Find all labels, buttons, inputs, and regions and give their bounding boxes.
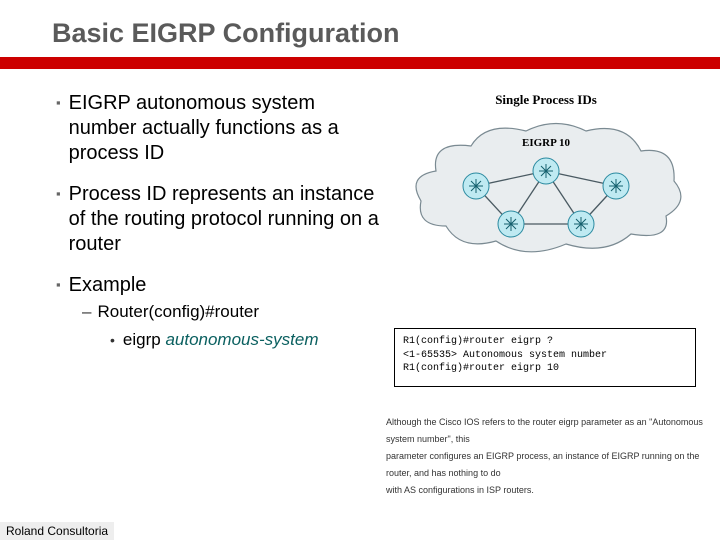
diagram-title: Single Process IDs [396, 92, 696, 108]
router-icon [498, 211, 524, 237]
bullet-text: Example [69, 273, 147, 298]
bullet-dot-icon: • [110, 330, 115, 350]
diagram-caption: Although the Cisco IOS refers to the rou… [386, 414, 706, 499]
bullet-item: ▪ Process ID represents an instance of t… [56, 182, 386, 257]
bullet-text: EIGRP autonomous system number actually … [69, 91, 386, 166]
cli-line: R1(config)#router eigrp 10 [403, 362, 687, 376]
router-icon [463, 173, 489, 199]
router-icon [533, 158, 559, 184]
page-title: Basic EIGRP Configuration [0, 0, 720, 49]
cloud-svg: EIGRP 10 [406, 116, 686, 266]
bullet-text: Process ID represents an instance of the… [69, 182, 386, 257]
bullet-square-icon: ▪ [56, 182, 61, 206]
title-underline [0, 57, 720, 69]
sub-bullet-text: eigrp autonomous-system [123, 330, 319, 350]
sub-bullet-item: – Router(config)#router [82, 302, 708, 322]
keyword: autonomous-system [165, 330, 318, 349]
bullet-item: ▪ Example [56, 273, 386, 298]
router-icon [568, 211, 594, 237]
bullet-square-icon: ▪ [56, 273, 61, 297]
sub-bullet-text: Router(config)#router [97, 302, 259, 322]
cli-line: <1-65535> Autonomous system number [403, 349, 687, 363]
cli-output-box: R1(config)#router eigrp ? <1-65535> Auto… [394, 328, 696, 387]
cli-line: R1(config)#router eigrp ? [403, 335, 687, 349]
slide: Basic EIGRP Configuration ▪ EIGRP autono… [0, 0, 720, 540]
dash-icon: – [82, 302, 91, 322]
caption-line: Although the Cisco IOS refers to the rou… [386, 414, 706, 448]
diagram-label: EIGRP 10 [522, 137, 570, 149]
network-diagram: Single Process IDs EIGRP 10 [396, 92, 696, 271]
bullet-item: ▪ EIGRP autonomous system number actuall… [56, 91, 386, 166]
bullet-square-icon: ▪ [56, 91, 61, 115]
router-icon [603, 173, 629, 199]
code-word: eigrp [123, 330, 166, 349]
footer-brand: Roland Consultoria [0, 522, 114, 540]
caption-line: parameter configures an EIGRP process, a… [386, 448, 706, 482]
caption-line: with AS configurations in ISP routers. [386, 482, 706, 499]
